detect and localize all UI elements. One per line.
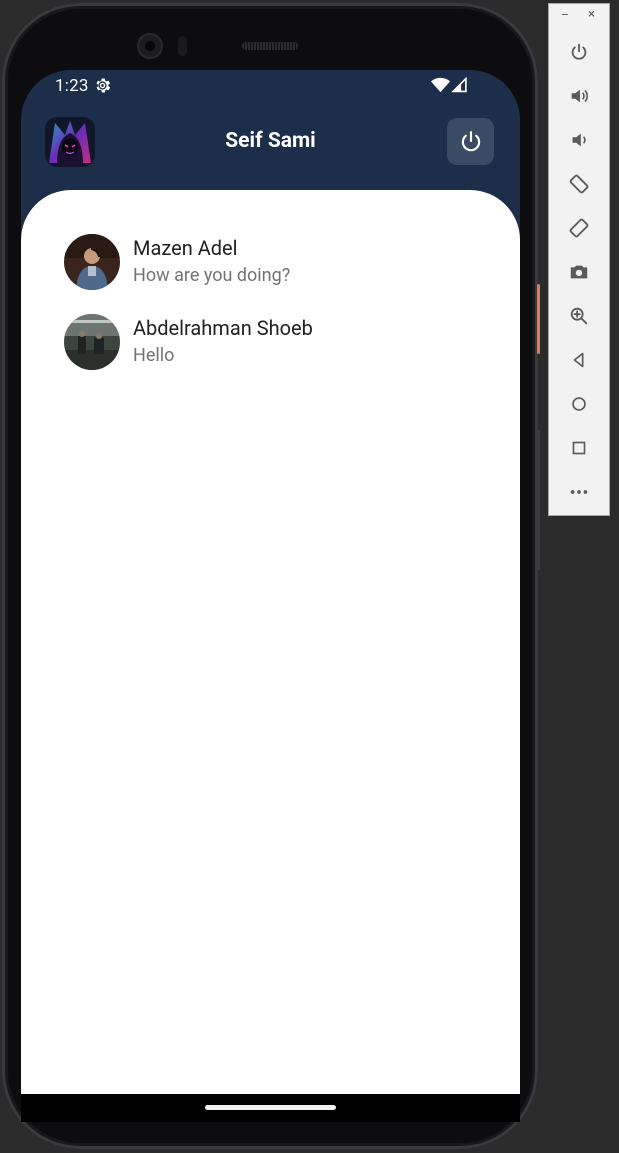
zoom-icon	[570, 307, 588, 325]
gesture-home-indicator[interactable]	[205, 1105, 336, 1110]
phone-screen: 1:23 Seif Sami Mazen Adel How are you do…	[21, 70, 520, 1094]
signal-icon	[451, 77, 467, 93]
camera-lens	[145, 41, 155, 51]
emulator-titlebar: – ×	[549, 4, 609, 30]
logout-button[interactable]	[447, 118, 494, 165]
minimize-button[interactable]: –	[561, 8, 569, 22]
emulator-zoom-button[interactable]	[566, 303, 592, 329]
page-title: Seif Sami	[225, 129, 316, 153]
volume-down-icon	[572, 133, 586, 147]
overview-icon	[572, 441, 586, 455]
chat-list-sheet: Mazen Adel How are you doing? Abdelrahma…	[21, 190, 520, 1094]
avatar	[64, 314, 120, 370]
emulator-volume-up-button[interactable]	[566, 83, 592, 109]
status-time: 1:23	[55, 76, 89, 96]
rotate-left-icon	[569, 174, 589, 194]
camera-icon	[570, 265, 588, 279]
more-icon	[570, 490, 588, 494]
volume-up-icon	[571, 89, 589, 103]
emulator-toolbar: – ×	[548, 3, 610, 516]
wifi-icon	[431, 77, 450, 93]
app-bar: Seif Sami	[21, 102, 520, 192]
chat-list-item[interactable]: Abdelrahman Shoeb Hello	[64, 314, 484, 374]
power-icon	[571, 43, 587, 60]
emulator-power-button[interactable]	[566, 39, 592, 65]
earpiece-speaker	[242, 42, 298, 50]
status-bar: 1:23	[21, 70, 520, 102]
phone-volume-key	[537, 284, 540, 354]
rotate-right-icon	[569, 218, 589, 238]
emulator-screenshot-button[interactable]	[566, 259, 592, 285]
close-button[interactable]: ×	[588, 7, 595, 22]
emulator-rotate-right-button[interactable]	[566, 215, 592, 241]
chat-name: Abdelrahman Shoeb	[133, 316, 313, 340]
chat-list-item[interactable]: Mazen Adel How are you doing?	[64, 234, 484, 294]
chat-name: Mazen Adel	[133, 236, 238, 260]
emulator-home-button[interactable]	[566, 391, 592, 417]
gear-icon	[96, 78, 111, 93]
emulator-back-button[interactable]	[566, 347, 592, 373]
power-icon	[461, 130, 480, 151]
avatar	[64, 234, 120, 290]
emulator-volume-down-button[interactable]	[566, 127, 592, 153]
sensor	[178, 36, 187, 56]
emulator-rotate-left-button[interactable]	[566, 171, 592, 197]
chat-last-message: How are you doing?	[133, 265, 291, 286]
back-icon	[573, 352, 584, 368]
phone-side-key	[537, 430, 540, 570]
emulator-more-button[interactable]	[566, 479, 592, 505]
emulator-overview-button[interactable]	[566, 435, 592, 461]
chat-last-message: Hello	[133, 345, 175, 366]
home-icon	[572, 397, 586, 411]
